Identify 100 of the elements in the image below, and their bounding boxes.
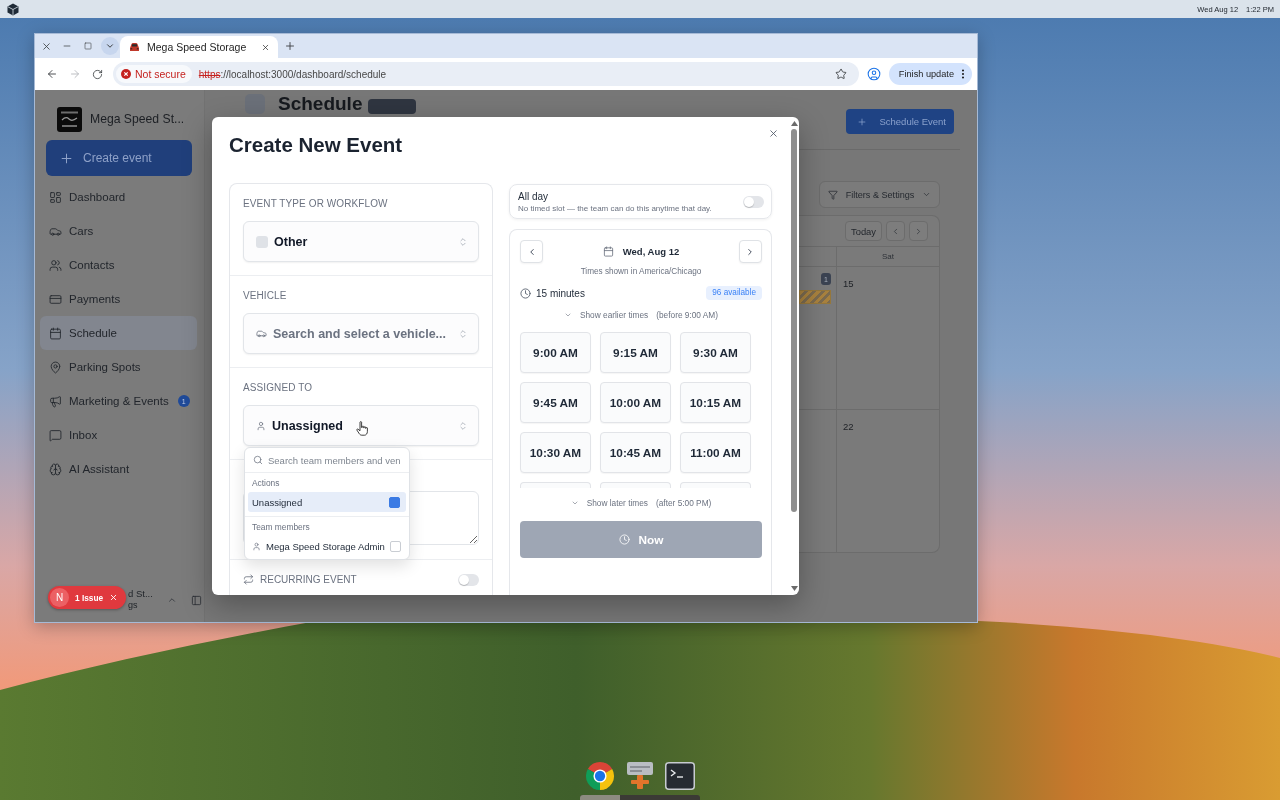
- tab-list-button[interactable]: [101, 37, 119, 55]
- time-slot-button[interactable]: 9:00 AM: [520, 332, 591, 373]
- time-slot-button[interactable]: 9:15 AM: [600, 332, 671, 373]
- scroll-up-icon[interactable]: [790, 121, 798, 126]
- clock-icon: [618, 534, 630, 545]
- close-icon: [767, 127, 779, 139]
- terminal-icon[interactable]: [665, 762, 695, 790]
- previous-button[interactable]: [886, 221, 905, 241]
- time-slot-button[interactable]: 9:30 AM: [680, 332, 751, 373]
- star-icon[interactable]: [834, 68, 847, 80]
- menu-option[interactable]: Unassigned: [248, 492, 406, 512]
- toggle-switch[interactable]: [458, 573, 479, 586]
- car-icon: [129, 42, 140, 52]
- reload-icon: [92, 68, 103, 80]
- time-slot-button[interactable]: 9:45 AM: [520, 382, 591, 423]
- plus-icon: [284, 40, 296, 52]
- checkbox[interactable]: [389, 496, 400, 508]
- time-slot-button[interactable]: [520, 482, 591, 488]
- date-label: Wed, Aug 12: [622, 246, 680, 257]
- nav-item[interactable]: Parking Spots: [40, 350, 197, 384]
- day-header: Sat: [881, 251, 895, 263]
- address-bar[interactable]: Not secure https://localhost:3000/dashboard/schedule: [113, 62, 859, 86]
- time-slot-button[interactable]: [680, 482, 751, 488]
- browser-tab[interactable]: Mega Speed Storage: [120, 36, 278, 58]
- show-later-button[interactable]: Show later times (after 5:00 PM): [520, 496, 762, 510]
- repeat-icon: [243, 574, 254, 585]
- all-day-title: All day: [518, 190, 548, 203]
- available-badge: 96 available: [706, 286, 762, 300]
- search-icon: [253, 455, 263, 465]
- select-field[interactable]: Unassigned: [243, 405, 479, 446]
- select-field[interactable]: Search and select a vehicle...: [243, 313, 479, 354]
- schedule-event-button[interactable]: Schedule Event: [846, 109, 954, 134]
- time-slot-button[interactable]: 10:30 AM: [520, 432, 591, 473]
- filters-button[interactable]: Filters & Settings: [819, 181, 940, 208]
- create-event-button[interactable]: Create event: [46, 140, 192, 176]
- car-icon: [256, 328, 267, 339]
- maximize-icon: [84, 42, 92, 50]
- security-chip[interactable]: Not secure: [116, 65, 192, 83]
- sidebar-toggle-icon[interactable]: [190, 594, 202, 606]
- next-button[interactable]: [909, 221, 928, 241]
- nav-item[interactable]: Schedule: [40, 316, 197, 350]
- profile-icon: [866, 67, 881, 81]
- time-slot-button[interactable]: 10:00 AM: [600, 382, 671, 423]
- map-pin-icon: [49, 360, 62, 374]
- nav-item[interactable]: AI Assistant: [40, 452, 197, 486]
- chevron-up-icon[interactable]: [166, 595, 177, 605]
- search-field[interactable]: Search team members and ven: [268, 452, 403, 468]
- users-icon: [49, 258, 62, 272]
- megaphone-icon: [49, 394, 62, 408]
- chrome-icon[interactable]: [585, 761, 615, 791]
- clock-icon: [520, 287, 531, 299]
- duration-label: 15 minutes: [536, 287, 585, 299]
- chevron-down-icon: [922, 190, 931, 199]
- day-number: 15: [843, 278, 854, 289]
- title-pill: [368, 99, 417, 114]
- back-arrow-icon: [45, 68, 58, 80]
- account-name: d St...: [128, 588, 153, 601]
- time-slot-button[interactable]: 11:00 AM: [680, 432, 751, 473]
- brand-name: Mega Speed St...: [90, 112, 185, 126]
- account-detail: gs: [128, 600, 138, 612]
- logo-mark: N: [50, 588, 69, 607]
- user-icon: [252, 541, 261, 551]
- toggle-switch[interactable]: [743, 196, 764, 208]
- error-icon: [121, 69, 131, 79]
- show-earlier-button[interactable]: Show earlier times (before 9:00 AM): [520, 308, 762, 322]
- group-heading: Team members: [251, 521, 311, 534]
- group-heading: Actions: [251, 477, 281, 490]
- page-title: Schedule: [278, 93, 363, 115]
- chevrons-icon: [458, 236, 468, 247]
- calendar-icon: [602, 246, 614, 257]
- chevrons-icon: [458, 328, 468, 339]
- next-day-button[interactable]: [739, 240, 762, 263]
- checkbox[interactable]: [389, 540, 401, 552]
- issues-badge[interactable]: N 1 Issue: [48, 586, 127, 609]
- today-button[interactable]: Today: [845, 221, 882, 241]
- app-icon[interactable]: [627, 762, 653, 790]
- scrollbar-thumb[interactable]: [791, 129, 797, 512]
- plus-icon: [857, 116, 868, 127]
- field-label: ASSIGNED TO: [243, 382, 314, 394]
- time-slot-button[interactable]: 10:15 AM: [680, 382, 751, 423]
- finish-update-button[interactable]: Finish update: [888, 63, 972, 85]
- previous-day-button[interactable]: [520, 240, 543, 263]
- day-number: 22: [843, 421, 854, 432]
- time-slot-button[interactable]: [600, 482, 671, 488]
- field-label: VEHICLE: [243, 290, 288, 302]
- plus-icon: [59, 150, 74, 166]
- event-bar[interactable]: [799, 290, 831, 304]
- nav-item[interactable]: Contacts: [40, 248, 197, 282]
- menu-option[interactable]: Mega Speed Storage Admin: [248, 536, 406, 556]
- select-field[interactable]: Other: [243, 221, 479, 262]
- nav-item[interactable]: Payments: [40, 282, 197, 316]
- close-icon: [40, 40, 52, 52]
- nav-item[interactable]: Cars: [40, 214, 197, 248]
- time-slot-button[interactable]: 10:45 AM: [600, 432, 671, 473]
- chat-icon: [49, 428, 62, 442]
- brain-icon: [49, 462, 62, 476]
- nav-item[interactable]: Inbox: [40, 418, 197, 452]
- user-icon: [256, 420, 266, 431]
- calendar-icon: [49, 326, 62, 340]
- nav-item[interactable]: Dashboard: [40, 180, 197, 214]
